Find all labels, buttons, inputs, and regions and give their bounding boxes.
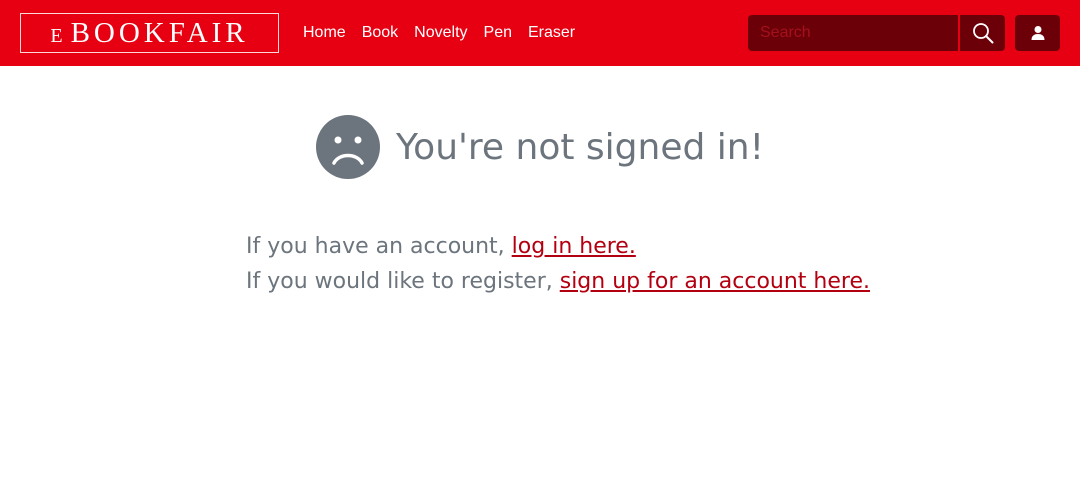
register-prompt-line: If you would like to register, sign up f… xyxy=(246,264,1046,299)
nav-link-eraser[interactable]: Eraser xyxy=(528,24,575,42)
user-account-button[interactable] xyxy=(1015,15,1060,51)
nav-link-book[interactable]: Book xyxy=(362,24,398,42)
title-row: You're not signed in! xyxy=(0,112,1080,182)
login-prompt-line: If you have an account, log in here. xyxy=(246,229,1046,264)
nav-link-novelty[interactable]: Novelty xyxy=(414,24,467,42)
register-prompt-text: If you would like to register, xyxy=(246,269,560,294)
logo-prefix: E xyxy=(50,24,68,47)
signin-message: If you have an account, log in here. If … xyxy=(246,229,1046,299)
login-link[interactable]: log in here. xyxy=(512,234,636,259)
nav-link-home[interactable]: Home xyxy=(303,24,346,42)
navbar: E BOOKFAIR Home Book Novelty Pen Eraser xyxy=(0,0,1080,66)
user-icon xyxy=(1031,26,1044,40)
sad-face-icon xyxy=(315,115,380,179)
nav-link-pen[interactable]: Pen xyxy=(484,24,512,42)
page-title: You're not signed in! xyxy=(395,126,765,168)
brand-logo[interactable]: E BOOKFAIR xyxy=(20,13,279,53)
main-nav: Home Book Novelty Pen Eraser xyxy=(303,0,591,66)
search-button[interactable] xyxy=(960,15,1005,51)
search-icon xyxy=(972,23,993,44)
logo-text: BOOKFAIR xyxy=(70,16,249,49)
search-input[interactable] xyxy=(748,15,958,51)
account-prompt-text: If you have an account, xyxy=(246,234,512,259)
signup-link[interactable]: sign up for an account here. xyxy=(560,269,870,294)
